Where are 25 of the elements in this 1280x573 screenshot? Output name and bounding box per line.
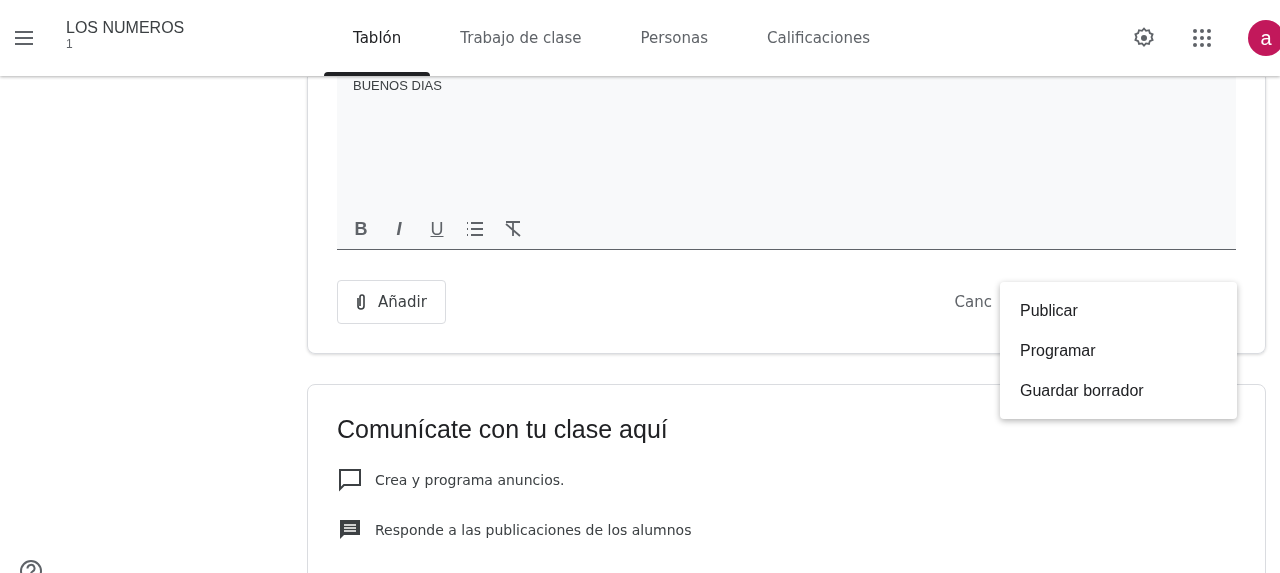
cancel-button[interactable]: Canc [954, 293, 992, 311]
tab[interactable]: Tablón [324, 0, 431, 76]
info-text: Responde a las publicaciones de los alumnos [375, 522, 692, 538]
bold-button[interactable]: B [349, 217, 373, 241]
section-name: 1 [66, 37, 74, 51]
card-title: Comunícate con tu clase aquí [337, 415, 668, 444]
tab[interactable]: Personas [611, 0, 737, 76]
paperclip-icon [354, 293, 368, 311]
post-text: BUENOS DIAS [353, 78, 443, 93]
add-button[interactable]: Añadir [337, 280, 446, 324]
menu-item[interactable]: Guardar borrador [1000, 371, 1237, 411]
info-text: Crea y programa anuncios. [375, 472, 565, 488]
settings-icon[interactable] [1132, 26, 1156, 50]
tab[interactable]: Calificaciones [738, 0, 899, 76]
underline-button[interactable]: U [425, 217, 449, 241]
menu-icon[interactable] [14, 31, 34, 45]
tab[interactable]: Trabajo de clase [431, 0, 611, 76]
menu-item[interactable]: Programar [1000, 331, 1237, 371]
chat-bubble-icon [337, 467, 363, 493]
apps-grid-icon[interactable] [1190, 26, 1214, 50]
class-name: LOS NUMEROS [66, 19, 186, 37]
italic-button[interactable]: I [387, 217, 411, 241]
post-editor[interactable]: BUENOS DIAS B I U [337, 77, 1236, 250]
avatar[interactable]: a [1248, 20, 1280, 56]
menu-item[interactable]: Publicar [1000, 291, 1237, 331]
